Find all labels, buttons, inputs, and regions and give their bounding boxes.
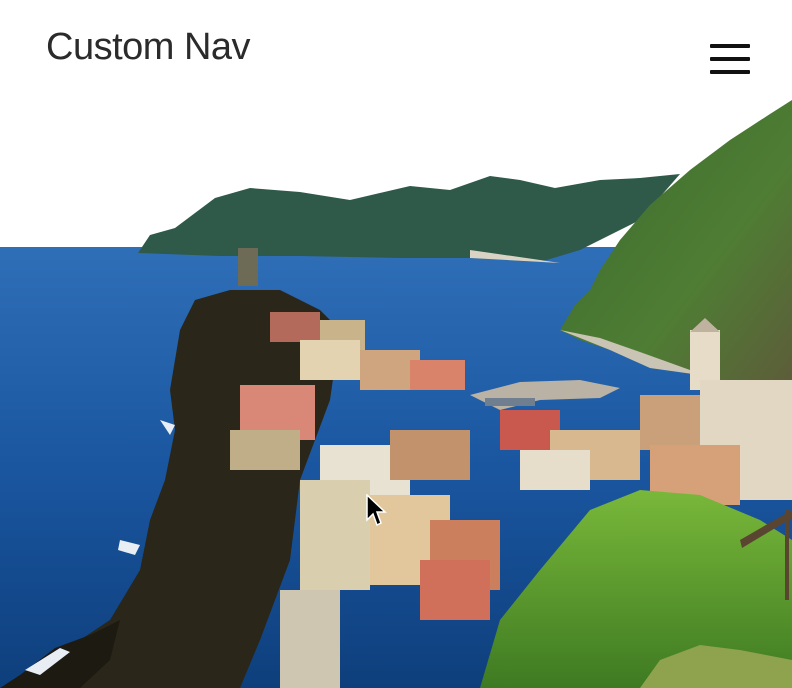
- site-header: Custom Nav: [0, 0, 792, 100]
- mouse-pointer-icon: [366, 494, 387, 527]
- castle-tower: [238, 248, 258, 286]
- menu-bar: [710, 57, 750, 61]
- menu-bar: [710, 44, 750, 48]
- menu-bar: [710, 70, 750, 74]
- brand-title[interactable]: Custom Nav: [46, 26, 251, 69]
- hero-image: [0, 100, 792, 688]
- hamburger-menu-icon[interactable]: [706, 44, 754, 78]
